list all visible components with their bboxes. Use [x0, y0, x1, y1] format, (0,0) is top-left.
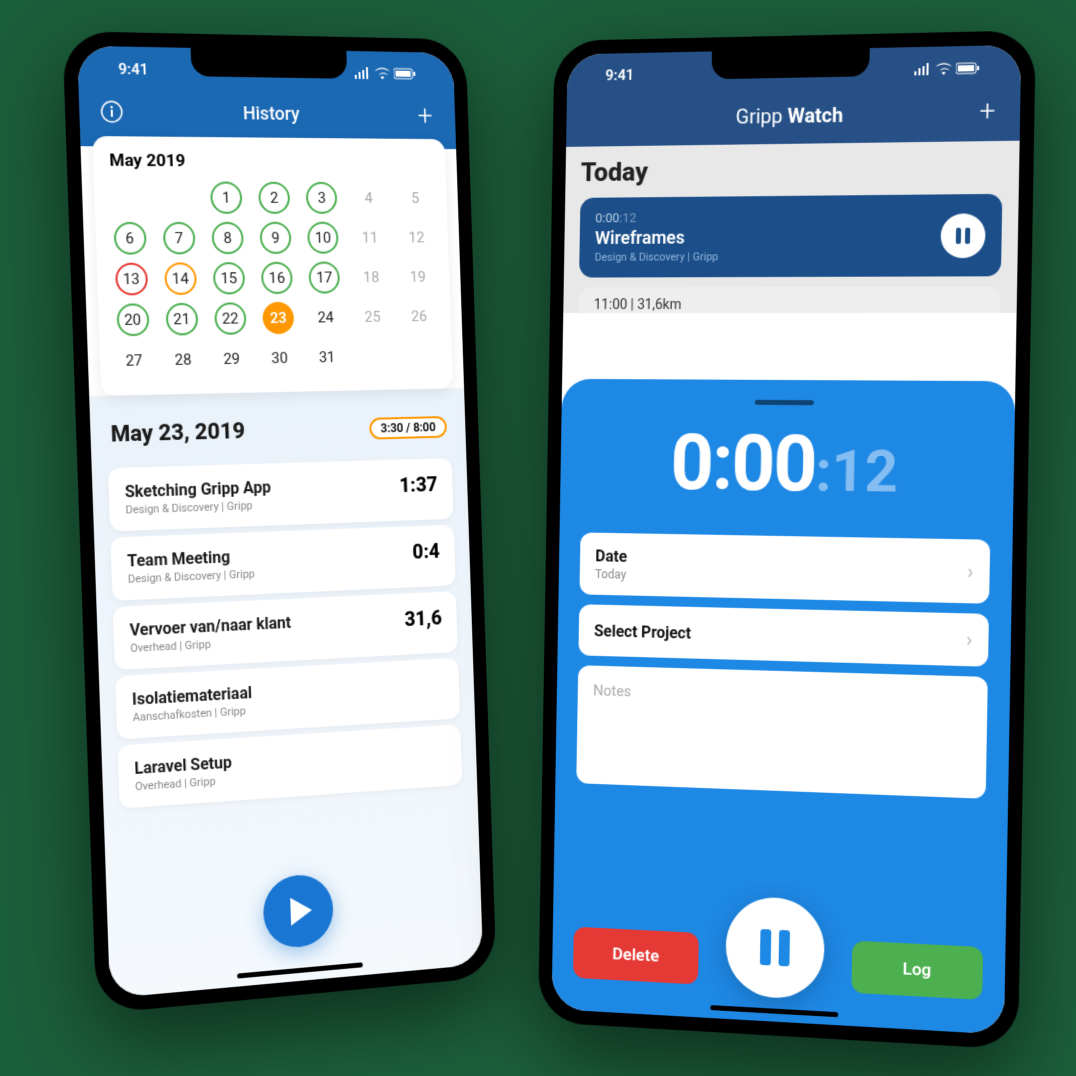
project-field[interactable]: Select Project ›	[578, 604, 989, 667]
active-time: 0:00:12	[595, 210, 719, 226]
calendar-day[interactable]: 21	[165, 303, 198, 336]
chevron-right-icon: ›	[967, 559, 974, 583]
calendar-day[interactable]: 9	[259, 222, 291, 254]
timer-sheet: 0:00:12 Date Today › Select Project › No…	[552, 379, 1016, 1035]
calendar-day[interactable]: 16	[261, 262, 293, 294]
next-entry-peek[interactable]: 11:00 | 31,6km	[578, 286, 1000, 313]
calendar-day[interactable]: 8	[211, 222, 244, 254]
calendar-day[interactable]: 17	[308, 262, 340, 294]
calendar-day[interactable]: 27	[117, 344, 150, 377]
status-indicators	[354, 67, 417, 80]
calendar-day[interactable]: 13	[115, 263, 148, 296]
calendar-day	[112, 181, 145, 214]
status-time: 9:41	[605, 66, 634, 84]
calendar-day	[405, 340, 436, 372]
chevron-right-icon: ›	[966, 628, 973, 653]
phone-history: 9:41 History + May 2019 1234567891011121…	[62, 31, 496, 1014]
calendar-day[interactable]: 11	[354, 222, 385, 254]
calendar-day	[161, 181, 194, 213]
phone-watch: 9:41 Gripp Watch + Today 0:00:12 Wirefra…	[538, 30, 1036, 1049]
app-title: Gripp Watch	[736, 97, 844, 131]
calendar-day[interactable]: 24	[310, 301, 342, 333]
pause-icon[interactable]	[940, 213, 985, 258]
header-title: History	[243, 103, 300, 125]
date-label: Date	[595, 546, 627, 565]
notes-field[interactable]: Notes	[576, 665, 988, 799]
calendar-day[interactable]: 2	[258, 182, 290, 214]
calendar-day[interactable]: 15	[213, 262, 246, 294]
calendar-day[interactable]: 31	[311, 341, 343, 373]
calendar-day[interactable]: 20	[116, 303, 149, 336]
active-timer-card[interactable]: 0:00:12 Wireframes Design & Discovery | …	[579, 194, 1002, 278]
entry-card[interactable]: Team MeetingDesign & Discovery | Gripp 0:…	[110, 525, 455, 601]
calendar-day[interactable]: 28	[167, 343, 200, 376]
notch	[711, 48, 869, 79]
notch	[191, 48, 348, 79]
log-button[interactable]: Log	[851, 941, 983, 1000]
calendar-day[interactable]: 22	[214, 302, 247, 335]
entry-sub: Design & Discovery | Gripp	[128, 567, 255, 586]
calendar-day[interactable]: 12	[401, 222, 432, 254]
date-value: Today	[595, 567, 627, 581]
pause-button[interactable]	[725, 895, 825, 1000]
calendar-day[interactable]: 18	[356, 261, 387, 293]
sheet-grabber[interactable]	[755, 400, 814, 405]
active-sub: Design & Discovery | Gripp	[595, 250, 719, 263]
status-indicators	[913, 62, 980, 75]
info-icon[interactable]	[95, 95, 128, 128]
calendar: May 2019 1234567891011121314151617181920…	[92, 136, 453, 396]
calendar-day[interactable]: 4	[353, 182, 384, 214]
today-heading: Today	[581, 153, 1003, 188]
calendar-day	[358, 340, 389, 372]
status-time: 9:41	[118, 60, 149, 79]
entry-value: 31,6	[404, 606, 442, 631]
calendar-day[interactable]: 10	[307, 222, 339, 254]
calendar-day[interactable]: 29	[215, 342, 248, 375]
entry-sub: Design & Discovery | Gripp	[125, 498, 271, 516]
timer-display: 0:00:12	[581, 417, 992, 513]
progress-pill: 3:30 / 8:00	[369, 415, 447, 439]
entry-value: 0:4	[412, 539, 440, 564]
calendar-day[interactable]: 30	[264, 342, 296, 375]
selected-date: May 23, 2019	[110, 419, 245, 448]
date-field[interactable]: Date Today ›	[579, 532, 990, 603]
entry-title: Team Meeting	[127, 546, 255, 570]
project-label: Select Project	[594, 621, 691, 642]
entry-title: Sketching Gripp App	[125, 477, 272, 501]
calendar-day[interactable]: 25	[357, 301, 388, 333]
add-button[interactable]: +	[971, 94, 1004, 127]
entry-card[interactable]: Laravel SetupOverhead | Gripp	[118, 724, 463, 808]
calendar-day[interactable]: 3	[306, 182, 338, 214]
active-title: Wireframes	[595, 227, 719, 249]
calendar-day[interactable]: 23	[262, 302, 294, 334]
calendar-day[interactable]: 1	[210, 182, 243, 214]
entry-card[interactable]: Sketching Gripp AppDesign & Discovery | …	[108, 458, 454, 531]
calendar-day[interactable]: 14	[164, 262, 197, 295]
entry-value: 1:37	[399, 472, 438, 497]
calendar-day[interactable]: 6	[113, 222, 146, 255]
entry-card[interactable]: Vervoer van/naar klantOverhead | Gripp31…	[113, 591, 458, 670]
add-button[interactable]: +	[410, 99, 441, 131]
calendar-day[interactable]: 7	[162, 222, 195, 255]
calendar-day[interactable]: 19	[402, 261, 433, 293]
calendar-day[interactable]: 26	[403, 300, 434, 332]
delete-button[interactable]: Delete	[573, 927, 699, 985]
calendar-month: May 2019	[109, 151, 431, 173]
calendar-day[interactable]: 5	[400, 182, 431, 214]
